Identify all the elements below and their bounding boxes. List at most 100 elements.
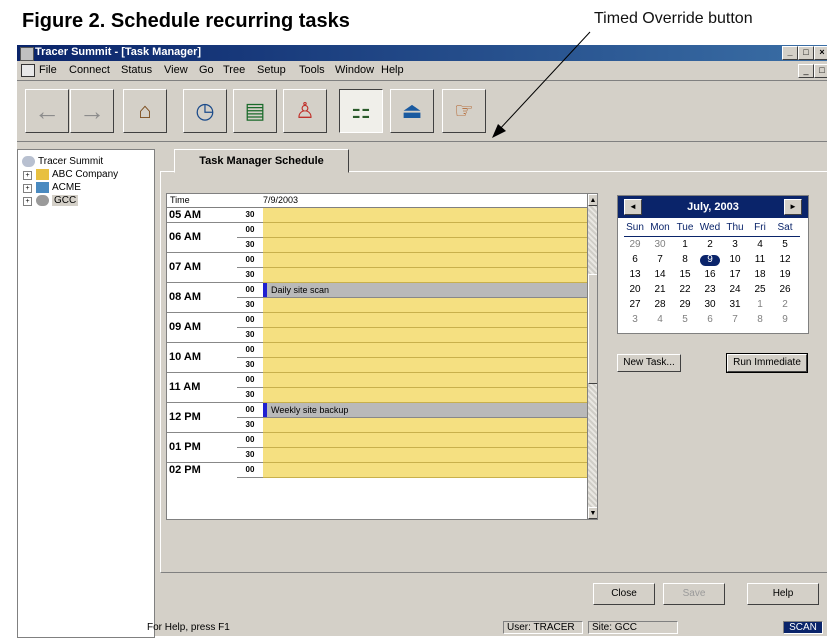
tree-item-acme[interactable]: ACME <box>52 182 81 193</box>
doc-minimize-button[interactable]: _ <box>798 64 814 78</box>
tree-item-gcc[interactable]: GCC <box>52 195 79 206</box>
time-slot[interactable] <box>263 448 587 463</box>
calendar-day[interactable]: 31 <box>723 299 747 310</box>
time-slot[interactable] <box>263 223 587 238</box>
calendar-day[interactable]: 30 <box>648 239 672 250</box>
time-slot[interactable] <box>263 343 587 358</box>
time-slot[interactable] <box>263 253 587 268</box>
calendar-day[interactable]: 19 <box>773 269 797 280</box>
menu-setup[interactable]: Setup <box>257 64 286 76</box>
calendar-day[interactable]: 1 <box>673 239 697 250</box>
calendar-day[interactable]: 8 <box>748 314 772 325</box>
menu-connect[interactable]: Connect <box>69 64 110 76</box>
building-button[interactable]: ⏏ <box>390 89 434 133</box>
menu-status[interactable]: Status <box>121 64 152 76</box>
expand-toggle-icon[interactable]: + <box>23 184 32 193</box>
calendar-day[interactable]: 28 <box>648 299 672 310</box>
calendar-day[interactable]: 17 <box>723 269 747 280</box>
menu-window[interactable]: Window <box>335 64 374 76</box>
calendar-day[interactable]: 26 <box>773 284 797 295</box>
menu-help[interactable]: Help <box>381 64 404 76</box>
scheduled-task[interactable]: Daily site scan <box>263 283 587 298</box>
calendar-day[interactable]: 25 <box>748 284 772 295</box>
time-slot[interactable] <box>263 313 587 328</box>
scroll-thumb[interactable] <box>588 274 597 384</box>
time-slot[interactable] <box>263 208 587 223</box>
menu-view[interactable]: View <box>164 64 188 76</box>
calendar-day[interactable]: 13 <box>623 269 647 280</box>
calendar-day[interactable]: 12 <box>773 254 797 265</box>
calendar-day-selected[interactable]: 9 <box>698 254 722 265</box>
menu-tools[interactable]: Tools <box>299 64 325 76</box>
calendar-day[interactable]: 15 <box>673 269 697 280</box>
expand-toggle-icon[interactable]: + <box>23 197 32 206</box>
calendar-day[interactable]: 18 <box>748 269 772 280</box>
report-button[interactable]: ▤ <box>233 89 277 133</box>
expand-toggle-icon[interactable]: + <box>23 171 32 180</box>
close-button[interactable]: Close <box>593 583 655 605</box>
calendar-day[interactable]: 4 <box>648 314 672 325</box>
calendar-day[interactable]: 29 <box>623 239 647 250</box>
calendar-day[interactable]: 4 <box>748 239 772 250</box>
minimize-button[interactable]: _ <box>782 46 798 60</box>
calendar-day[interactable]: 9 <box>773 314 797 325</box>
tree-item-abc-company[interactable]: ABC Company <box>52 169 118 180</box>
calendar-day[interactable]: 22 <box>673 284 697 295</box>
tab-task-manager-schedule[interactable]: Task Manager Schedule <box>174 149 349 173</box>
tree-root[interactable]: Tracer Summit <box>38 156 103 167</box>
scroll-down-icon[interactable]: ▼ <box>588 507 597 519</box>
task-manager-button[interactable]: ⚏ <box>339 89 383 133</box>
schedule-button[interactable]: ◷ <box>183 89 227 133</box>
alarm-button[interactable]: ♙ <box>283 89 327 133</box>
calendar-day[interactable]: 11 <box>748 254 772 265</box>
time-slot[interactable] <box>263 268 587 283</box>
calendar-day[interactable]: 5 <box>673 314 697 325</box>
calendar-day[interactable]: 2 <box>773 299 797 310</box>
calendar-day[interactable]: 6 <box>623 254 647 265</box>
time-slot[interactable] <box>263 238 587 253</box>
maximize-button[interactable]: □ <box>798 46 814 60</box>
calendar-day[interactable]: 14 <box>648 269 672 280</box>
time-slot[interactable] <box>263 298 587 313</box>
time-slot[interactable] <box>263 433 587 448</box>
calendar-day[interactable]: 23 <box>698 284 722 295</box>
calendar-day[interactable]: 27 <box>623 299 647 310</box>
document-icon[interactable] <box>21 64 35 77</box>
back-button[interactable]: ← <box>25 89 69 133</box>
calendar-day[interactable]: 1 <box>748 299 772 310</box>
calendar-day[interactable]: 21 <box>648 284 672 295</box>
menu-go[interactable]: Go <box>199 64 214 76</box>
calendar-day[interactable]: 3 <box>623 314 647 325</box>
home-button[interactable]: ⌂ <box>123 89 167 133</box>
help-button[interactable]: Help <box>747 583 819 605</box>
save-button[interactable]: Save <box>663 583 725 605</box>
time-slot[interactable] <box>263 463 587 478</box>
calendar-day[interactable]: 10 <box>723 254 747 265</box>
calendar-day[interactable]: 29 <box>673 299 697 310</box>
close-window-button[interactable]: × <box>814 46 827 60</box>
calendar-day[interactable]: 16 <box>698 269 722 280</box>
next-month-icon[interactable]: ► <box>784 199 802 215</box>
calendar-day[interactable]: 24 <box>723 284 747 295</box>
schedule-scrollbar[interactable]: ▲ ▼ <box>587 194 597 519</box>
new-task-button[interactable]: New Task... <box>617 354 681 372</box>
forward-button[interactable]: → <box>70 89 114 133</box>
calendar-day[interactable]: 30 <box>698 299 722 310</box>
calendar-day[interactable]: 6 <box>698 314 722 325</box>
scheduled-task[interactable]: Weekly site backup <box>263 403 587 418</box>
calendar-day[interactable]: 8 <box>673 254 697 265</box>
calendar-day[interactable]: 5 <box>773 239 797 250</box>
doc-restore-button[interactable]: □ <box>814 64 827 78</box>
time-slot[interactable] <box>263 328 587 343</box>
calendar-day[interactable]: 7 <box>723 314 747 325</box>
menu-tree[interactable]: Tree <box>223 64 245 76</box>
calendar-day[interactable]: 2 <box>698 239 722 250</box>
calendar-day[interactable]: 3 <box>723 239 747 250</box>
calendar-day[interactable]: 20 <box>623 284 647 295</box>
scroll-up-icon[interactable]: ▲ <box>588 194 597 206</box>
run-immediate-button[interactable]: Run Immediate <box>726 353 808 373</box>
timed-override-button[interactable]: ☞ <box>442 89 486 133</box>
menu-file[interactable]: File <box>39 64 57 76</box>
prev-month-icon[interactable]: ◄ <box>624 199 642 215</box>
time-slot[interactable] <box>263 388 587 403</box>
